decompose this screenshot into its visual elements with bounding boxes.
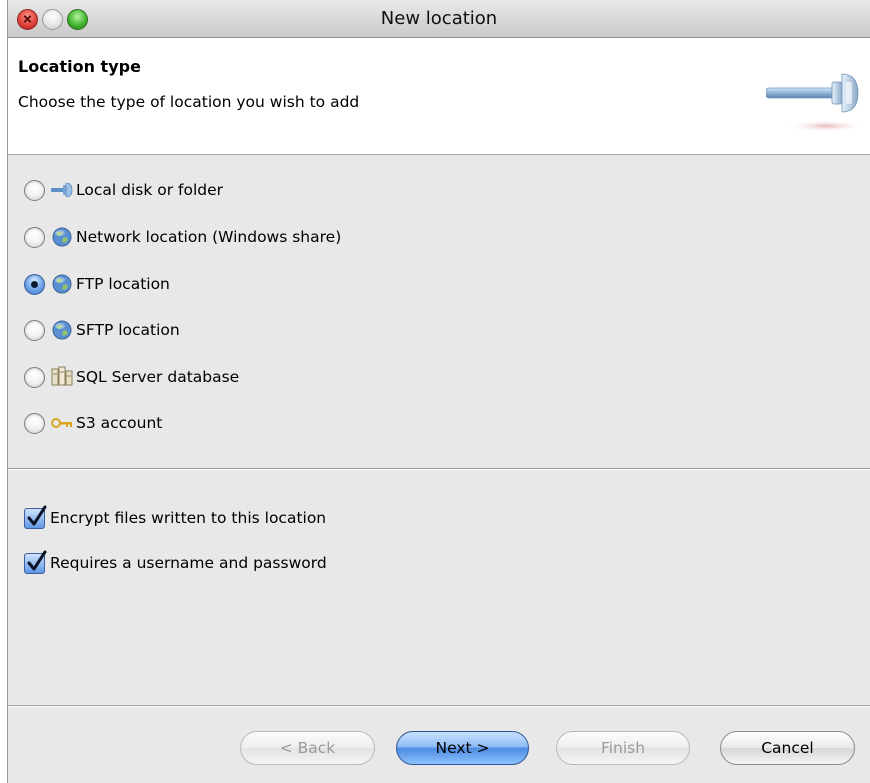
option-label: SFTP location: [76, 321, 180, 339]
radio-network-location[interactable]: [24, 226, 45, 248]
finish-button[interactable]: Finish: [556, 731, 690, 765]
radio-sftp-location[interactable]: [24, 319, 45, 341]
radio-sql-server[interactable]: [24, 366, 45, 388]
globe-icon: [51, 273, 73, 295]
option-s3-account[interactable]: S3 account: [24, 409, 162, 437]
option-sql-server[interactable]: SQL Server database: [24, 363, 239, 391]
option-sftp-location[interactable]: SFTP location: [24, 316, 180, 344]
usb-connector-icon: [765, 60, 866, 174]
page-subtitle: Choose the type of location you wish to …: [18, 93, 360, 111]
encrypt-files-checkbox[interactable]: [24, 505, 47, 529]
radio-ftp-location[interactable]: [24, 273, 45, 295]
key-icon: [51, 412, 73, 434]
window-title: New location: [380, 8, 498, 29]
option-local-disk[interactable]: Local disk or folder: [24, 176, 223, 204]
next-button[interactable]: Next >: [396, 731, 529, 765]
back-button[interactable]: < Back: [240, 731, 375, 765]
option-requires-credentials[interactable]: Requires a username and password: [24, 549, 327, 577]
option-label: Network location (Windows share): [76, 228, 342, 246]
checkbox-label: Requires a username and password: [50, 554, 327, 572]
option-ftp-location[interactable]: FTP location: [24, 270, 170, 298]
checkbox-label: Encrypt files written to this location: [50, 509, 327, 527]
local-disk-icon: [51, 179, 73, 201]
option-label: FTP location: [76, 275, 170, 293]
option-network-location[interactable]: Network location (Windows share): [24, 223, 341, 251]
option-label: Local disk or folder: [76, 181, 224, 199]
cancel-button[interactable]: Cancel: [720, 731, 855, 765]
option-label: S3 account: [76, 414, 163, 432]
footer-divider: [8, 705, 870, 707]
globe-icon: [51, 319, 73, 341]
title-bar: New location: [8, 0, 870, 38]
globe-icon: [51, 226, 73, 248]
option-label: SQL Server database: [76, 368, 240, 386]
requires-credentials-checkbox[interactable]: [24, 550, 47, 574]
page-title: Location type: [18, 57, 141, 76]
option-encrypt-files[interactable]: Encrypt files written to this location: [24, 504, 326, 532]
database-icon: [51, 366, 73, 388]
radio-local-disk[interactable]: [24, 179, 45, 201]
wizard-header: Location type Choose the type of locatio…: [8, 38, 870, 155]
radio-s3-account[interactable]: [24, 412, 45, 434]
section-divider: [8, 468, 870, 470]
new-location-dialog: New location Location type Choose the ty…: [8, 0, 870, 783]
